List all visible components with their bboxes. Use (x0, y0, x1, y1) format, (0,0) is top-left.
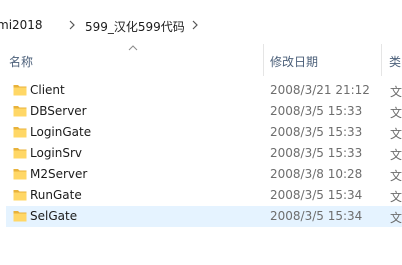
file-name: M2Server (30, 167, 88, 181)
file-type: 文 (390, 169, 402, 183)
folder-icon (13, 188, 27, 201)
folder-icon (13, 209, 27, 222)
file-name: SelGate (30, 209, 78, 223)
file-name: DBServer (30, 104, 87, 118)
file-type: 文 (390, 127, 402, 141)
list-item[interactable]: RunGate 2008/3/5 15:34 文 (6, 185, 402, 206)
list-item[interactable]: LoginGate 2008/3/5 15:33 文 (6, 122, 402, 143)
file-date: 2008/3/21 21:12 (270, 83, 370, 97)
folder-icon (13, 104, 27, 117)
file-type: 文 (390, 211, 402, 225)
column-header-date[interactable]: 修改日期 (270, 53, 318, 70)
column-divider[interactable] (381, 44, 382, 76)
file-date: 2008/3/5 15:33 (270, 104, 363, 118)
file-date: 2008/3/5 15:33 (270, 146, 363, 160)
list-item[interactable]: SelGate 2008/3/5 15:34 文 (6, 206, 402, 227)
file-date: 2008/3/5 15:34 (270, 209, 363, 223)
file-name: RunGate (30, 188, 82, 202)
folder-icon (13, 167, 27, 180)
column-header-type[interactable]: 类 (389, 53, 401, 70)
column-header-name[interactable]: 名称 (9, 53, 33, 70)
breadcrumb-item[interactable]: 599_汉化599代码 (85, 18, 185, 35)
file-type: 文 (390, 106, 402, 120)
chevron-right-icon[interactable] (68, 19, 78, 31)
list-item[interactable]: DBServer 2008/3/5 15:33 文 (6, 101, 402, 122)
list-item[interactable]: Client 2008/3/21 21:12 文 (6, 80, 402, 101)
column-header-row (0, 42, 402, 76)
sort-up-icon (128, 41, 138, 51)
file-type: 文 (390, 148, 402, 162)
file-date: 2008/3/8 10:28 (270, 167, 363, 181)
breadcrumb-item[interactable]: mi2018 (0, 18, 43, 32)
file-name: LoginSrv (30, 146, 83, 160)
address-bar[interactable]: mi2018 599_汉化599代码 (0, 0, 402, 38)
file-type: 文 (390, 85, 402, 99)
chevron-right-icon[interactable] (191, 19, 201, 31)
list-item[interactable]: LoginSrv 2008/3/5 15:33 文 (6, 143, 402, 164)
folder-icon (13, 125, 27, 138)
file-name: LoginGate (30, 125, 92, 139)
file-type: 文 (390, 190, 402, 204)
folder-icon (13, 83, 27, 96)
list-item[interactable]: M2Server 2008/3/8 10:28 文 (6, 164, 402, 185)
file-name: Client (30, 83, 65, 97)
column-divider[interactable] (263, 44, 264, 76)
folder-icon (13, 146, 27, 159)
file-date: 2008/3/5 15:34 (270, 188, 363, 202)
file-date: 2008/3/5 15:33 (270, 125, 363, 139)
